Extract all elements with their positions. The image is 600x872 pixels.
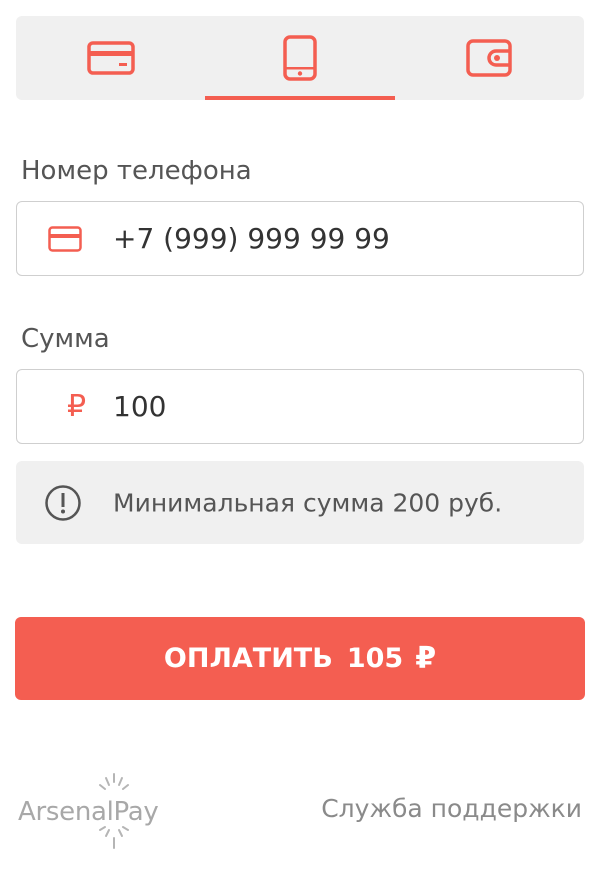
tab-card[interactable] (16, 16, 205, 100)
tab-phone[interactable] (205, 16, 395, 100)
exclamation-circle-icon (45, 484, 81, 521)
phone-label: Номер телефона (21, 156, 252, 186)
pay-button-label: ОПЛАТИТЬ (163, 643, 333, 674)
pay-button-amount: 105 (346, 643, 404, 674)
wallet-icon (466, 39, 513, 77)
amount-value: 100 (113, 390, 167, 423)
notice-text: Минимальная сумма 200 руб. (113, 488, 503, 517)
payment-method-tabs (16, 16, 584, 100)
phone-input[interactable]: +7 (999) 999 99 99 (16, 201, 584, 276)
arsenalpay-logo: ArsenalPay (18, 772, 178, 850)
card-icon (48, 225, 82, 252)
phone-icon (283, 35, 317, 81)
tab-wallet[interactable] (395, 16, 584, 100)
support-link[interactable]: Служба поддержки (321, 794, 582, 823)
min-amount-notice: Минимальная сумма 200 руб. (16, 461, 584, 544)
logo-text: ArsenalPay (18, 797, 159, 827)
ruble-icon: ₽ (67, 388, 87, 424)
ruble-icon: ₽ (415, 641, 437, 676)
pay-button[interactable]: ОПЛАТИТЬ 105 ₽ (15, 617, 585, 700)
phone-value: +7 (999) 999 99 99 (113, 222, 390, 255)
amount-input[interactable]: ₽ 100 (16, 369, 584, 444)
amount-label: Сумма (21, 324, 110, 354)
card-icon (86, 41, 135, 75)
